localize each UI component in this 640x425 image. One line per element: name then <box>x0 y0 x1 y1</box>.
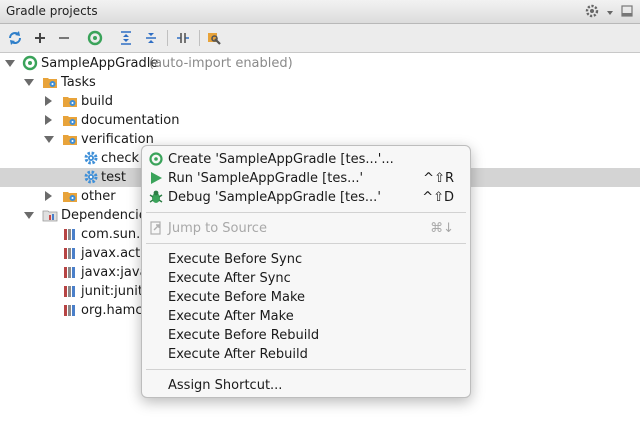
task-folder-icon <box>62 93 78 109</box>
library-icon <box>62 283 78 299</box>
task-gear-icon <box>83 169 99 185</box>
menu-item-execute-after-sync[interactable]: Execute After Sync <box>142 269 470 288</box>
gradle-project-icon <box>22 55 38 71</box>
tree-row-documentation[interactable]: documentation <box>0 111 640 130</box>
collapse-arrow-icon[interactable] <box>45 191 52 201</box>
menu-separator <box>146 212 466 213</box>
menu-item-create[interactable]: Create 'SampleAppGradle [tes...'... <box>142 150 470 169</box>
tree-row-build[interactable]: build <box>0 92 640 111</box>
expand-arrow-icon[interactable] <box>44 136 54 143</box>
task-folder-icon <box>62 112 78 128</box>
menu-item-label: Execute Before Rebuild <box>168 328 320 343</box>
jump-to-source-icon <box>148 220 164 236</box>
collapse-all-icon[interactable] <box>140 27 162 49</box>
project-name: SampleAppGradle <box>41 56 159 71</box>
hide-panel-icon[interactable] <box>620 4 634 21</box>
library-icon <box>62 264 78 280</box>
remove-icon[interactable] <box>53 27 75 49</box>
gradle-icon <box>148 151 164 167</box>
collapse-arrow-icon[interactable] <box>45 115 52 125</box>
menu-item-label: Run 'SampleAppGradle [tes...' <box>168 171 364 186</box>
menu-item-execute-before-sync[interactable]: Execute Before Sync <box>142 250 470 269</box>
library-icon <box>62 226 78 242</box>
menu-item-label: Jump to Source <box>168 221 267 236</box>
menu-separator <box>146 243 466 244</box>
gradle-execute-icon[interactable] <box>84 27 106 49</box>
toolbar-separator <box>167 30 168 46</box>
menu-item-label: Execute Before Make <box>168 290 306 305</box>
toolbar-separator <box>199 30 200 46</box>
tasks-label: Tasks <box>61 75 96 90</box>
toggle-offline-icon[interactable] <box>172 27 194 49</box>
menu-item-jump-to-source: Jump to Source ⌘↓ <box>142 219 470 238</box>
refresh-icon[interactable] <box>4 27 26 49</box>
expand-all-icon[interactable] <box>115 27 137 49</box>
menu-item-debug[interactable]: Debug 'SampleAppGradle [tes...' ^⇧D <box>142 188 470 207</box>
tree-row-tasks[interactable]: Tasks <box>0 73 640 92</box>
task-folder-icon <box>62 188 78 204</box>
settings-wrench-icon[interactable] <box>203 27 225 49</box>
menu-item-label: Execute After Sync <box>168 271 291 286</box>
expand-arrow-icon[interactable] <box>5 60 15 67</box>
group-label: documentation <box>81 113 180 128</box>
task-folder-icon <box>42 74 58 90</box>
gear-icon[interactable] <box>584 3 600 22</box>
tool-window-title: Gradle projects <box>6 4 98 18</box>
auto-import-note: (auto-import enabled) <box>149 56 293 71</box>
menu-item-execute-before-rebuild[interactable]: Execute Before Rebuild <box>142 326 470 345</box>
group-label: verification <box>81 132 154 147</box>
menu-item-label: Create 'SampleAppGradle [tes...'... <box>168 152 394 167</box>
chevron-down-icon[interactable] <box>606 6 614 20</box>
menu-item-execute-after-make[interactable]: Execute After Make <box>142 307 470 326</box>
dependency-label: junit:junit: <box>81 284 148 299</box>
library-icon <box>62 302 78 318</box>
menu-item-assign-shortcut[interactable]: Assign Shortcut... <box>142 376 470 395</box>
dependencies-label: Dependencies <box>61 208 154 223</box>
menu-item-shortcut: ^⇧D <box>422 190 454 205</box>
task-gear-icon <box>83 150 99 166</box>
menu-item-run[interactable]: Run 'SampleAppGradle [tes...' ^⇧R <box>142 169 470 188</box>
context-menu: Create 'SampleAppGradle [tes...'... Run … <box>141 145 471 398</box>
menu-item-label: Debug 'SampleAppGradle [tes...' <box>168 190 381 205</box>
add-icon[interactable] <box>29 27 51 49</box>
gradle-toolbar <box>0 24 640 53</box>
menu-item-shortcut: ⌘↓ <box>430 221 454 236</box>
tree-row-root[interactable]: SampleAppGradle (auto-import enabled) <box>0 54 640 73</box>
task-label: check <box>101 151 140 166</box>
task-folder-icon <box>62 131 78 147</box>
dependency-label: javax:java <box>81 265 148 280</box>
menu-item-execute-before-make[interactable]: Execute Before Make <box>142 288 470 307</box>
task-label: test <box>101 170 126 185</box>
menu-item-label: Execute After Rebuild <box>168 347 308 362</box>
run-icon <box>148 170 164 186</box>
expand-arrow-icon[interactable] <box>24 79 34 86</box>
menu-item-label: Execute Before Sync <box>168 252 303 267</box>
menu-item-execute-after-rebuild[interactable]: Execute After Rebuild <box>142 345 470 364</box>
expand-arrow-icon[interactable] <box>24 212 34 219</box>
library-icon <box>62 245 78 261</box>
group-label: other <box>81 189 116 204</box>
group-label: build <box>81 94 113 109</box>
dependencies-folder-icon <box>42 207 58 223</box>
collapse-arrow-icon[interactable] <box>45 96 52 106</box>
dependency-label: org.hamcr <box>81 303 148 318</box>
menu-separator <box>146 369 466 370</box>
tool-window-header: Gradle projects <box>0 0 640 24</box>
debug-bug-icon <box>148 189 164 205</box>
menu-item-label: Assign Shortcut... <box>168 378 283 393</box>
menu-item-label: Execute After Make <box>168 309 294 324</box>
menu-item-shortcut: ^⇧R <box>423 171 454 186</box>
